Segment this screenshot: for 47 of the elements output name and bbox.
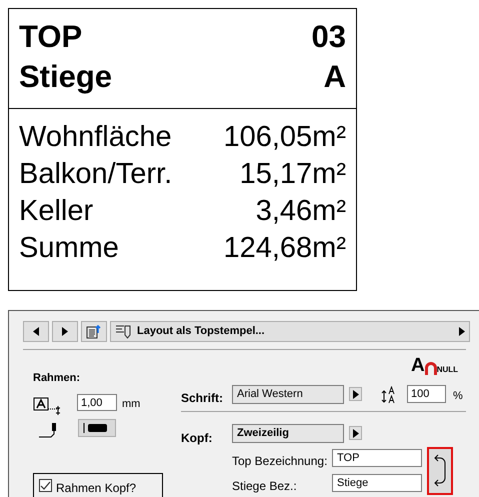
font-menu-button[interactable]: [349, 387, 362, 401]
area-value: 124,68m²: [223, 231, 346, 266]
text-field[interactable]: Stiege: [332, 474, 422, 492]
line-spacing-icon: [381, 386, 397, 404]
swap-arrows-icon: [433, 453, 447, 489]
area-value: 15,17m²: [240, 157, 346, 192]
percent-label: %: [453, 389, 463, 404]
layout-dropdown[interactable]: Layout als Topstempel...: [110, 321, 470, 342]
thickness-field[interactable]: 1,00: [77, 394, 117, 411]
font-label: Schrift:: [181, 390, 223, 407]
logo: A NULL: [411, 357, 458, 375]
next-button[interactable]: [52, 321, 78, 342]
area-value: 106,05m²: [223, 120, 346, 155]
unit-label: mm: [122, 397, 140, 412]
font-dropdown[interactable]: Arial Western: [232, 385, 344, 404]
stamp-label: TOP: [19, 18, 82, 56]
area-label: Keller: [19, 194, 94, 229]
head-dropdown[interactable]: Zweizeilig: [232, 424, 344, 443]
line-sample-icon: [83, 423, 107, 433]
stamp-value: A: [324, 58, 346, 96]
head-label: Kopf:: [181, 430, 212, 447]
area-label: Wohnfläche: [19, 120, 172, 155]
line-style-button[interactable]: [78, 419, 116, 437]
text-margin-icon: [33, 397, 63, 417]
swap-button[interactable]: [427, 447, 453, 495]
stamp-value: 03: [312, 18, 346, 56]
right-triangle-icon: [459, 327, 465, 336]
size-field[interactable]: 100: [407, 385, 446, 403]
text-field[interactable]: TOP: [332, 449, 422, 467]
document-button[interactable]: [81, 321, 107, 342]
area-label: Balkon/Terr.: [19, 157, 172, 192]
field-label: Top Bezeichnung:: [232, 453, 328, 470]
document-arrow-icon: [86, 324, 102, 339]
right-triangle-icon: [352, 390, 358, 398]
right-triangle-icon: [352, 428, 358, 438]
right-triangle-icon: [62, 327, 68, 336]
area-label: Summe: [19, 231, 119, 266]
field-label: Stiege Bez.:: [232, 478, 297, 495]
frame-head-checkbox[interactable]: Rahmen Kopf?: [33, 473, 163, 497]
section-heading: Rahmen:: [33, 371, 80, 386]
stamp-label: Stiege: [19, 58, 112, 96]
area-value: 3,46m²: [256, 194, 346, 229]
previous-button[interactable]: [23, 321, 49, 342]
checkmark-icon: [40, 480, 51, 491]
left-triangle-icon: [33, 327, 39, 336]
head-menu-button[interactable]: [349, 426, 362, 440]
label-tool-icon: [115, 324, 133, 339]
